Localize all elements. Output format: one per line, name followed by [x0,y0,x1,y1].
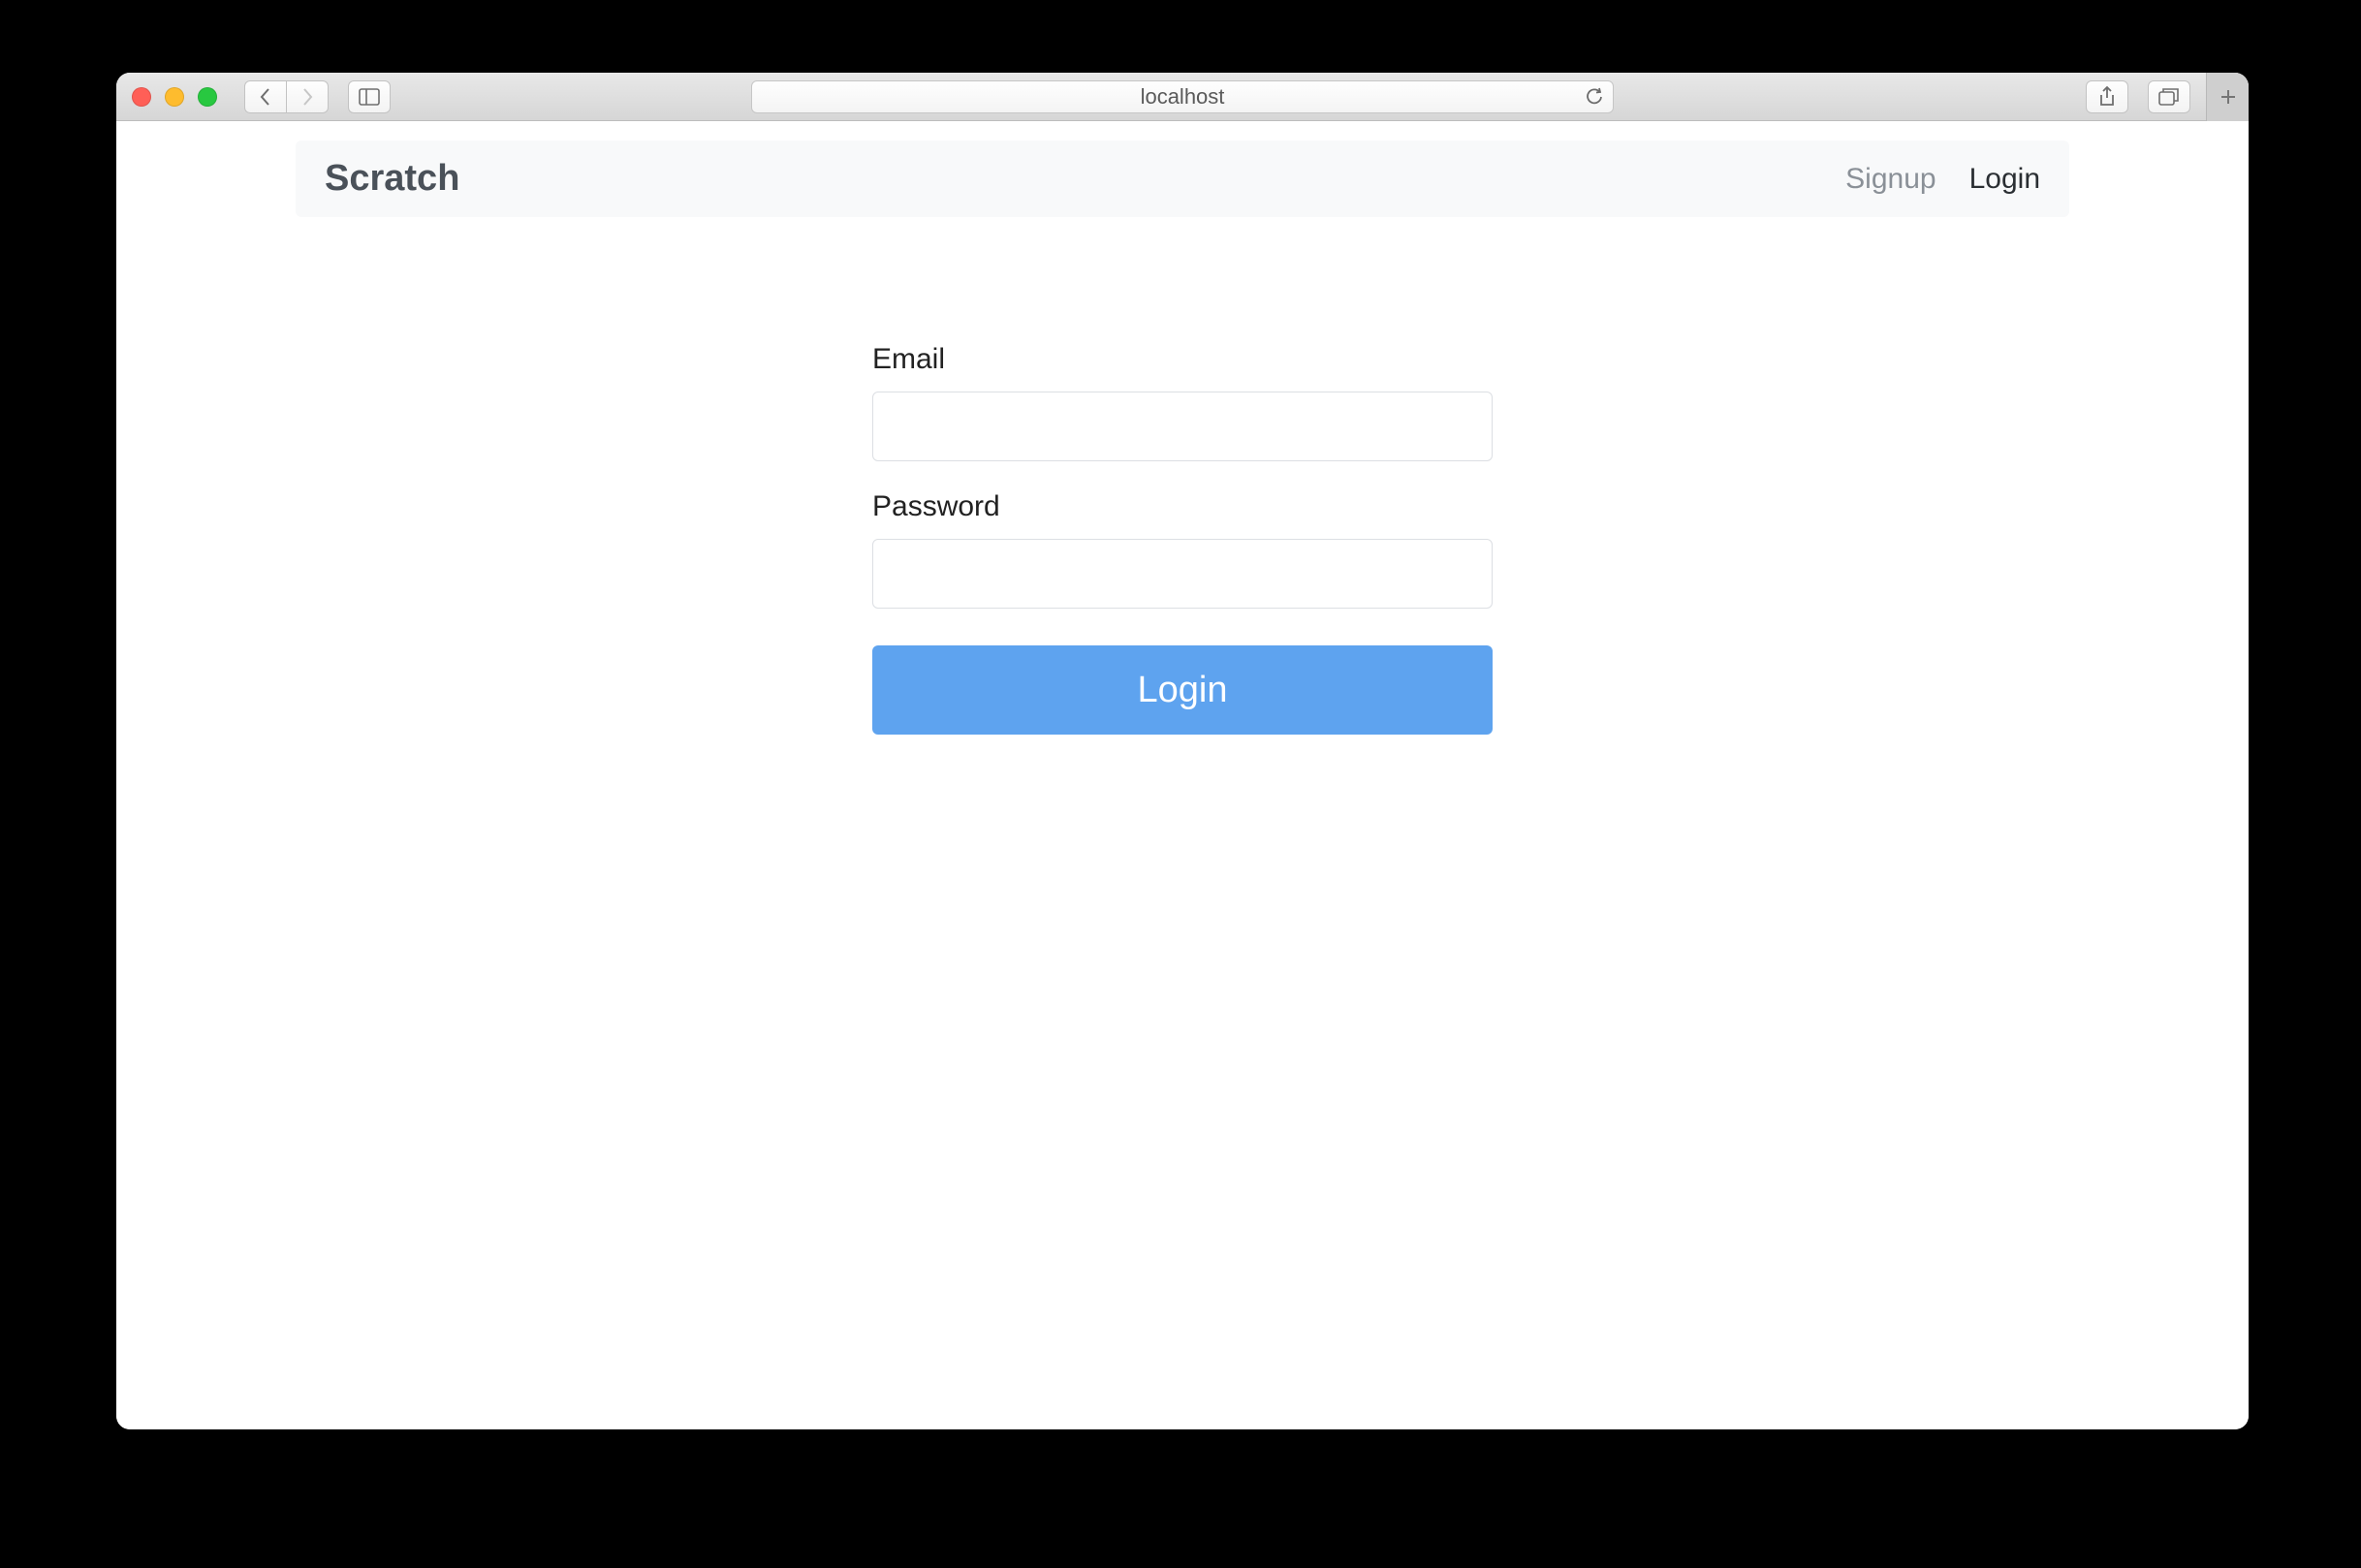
password-input[interactable] [872,539,1493,609]
back-button[interactable] [244,80,287,113]
reload-icon [1586,87,1603,107]
email-group: Email [872,343,1493,461]
reload-button[interactable] [1586,87,1603,107]
nav-buttons [244,80,329,113]
login-button[interactable]: Login [872,645,1493,735]
nav-login-link[interactable]: Login [1969,163,2040,196]
chevron-left-icon [259,88,272,106]
page-viewport: Scratch Signup Login Email Password Logi… [116,121,2249,1429]
browser-window: localhost [116,73,2249,1429]
brand[interactable]: Scratch [325,158,459,200]
email-label: Email [872,343,1493,376]
password-label: Password [872,490,1493,523]
close-window-icon[interactable] [132,87,151,107]
window-controls [132,87,217,107]
address-bar[interactable]: localhost [751,80,1614,113]
address-text: localhost [1141,84,1225,110]
sidebar-icon [359,88,380,106]
maximize-window-icon[interactable] [198,87,217,107]
password-group: Password [872,490,1493,609]
nav-signup-link[interactable]: Signup [1845,163,1936,196]
right-toolbar [2076,73,2233,121]
page-container: Scratch Signup Login Email Password Logi… [276,141,2089,735]
new-tab-button[interactable] [2206,73,2249,121]
chevron-right-icon [300,88,314,106]
email-input[interactable] [872,392,1493,461]
minimize-window-icon[interactable] [165,87,184,107]
forward-button[interactable] [286,80,329,113]
sidebar-toggle-button[interactable] [348,80,391,113]
plus-icon [2219,87,2238,107]
titlebar: localhost [116,73,2249,121]
login-form: Email Password Login [872,343,1493,735]
tabs-button[interactable] [2148,80,2190,113]
tabs-icon [2158,87,2180,107]
share-button[interactable] [2086,80,2128,113]
nav-links: Signup Login [1845,163,2040,196]
navbar: Scratch Signup Login [296,141,2069,217]
share-icon [2098,86,2116,108]
